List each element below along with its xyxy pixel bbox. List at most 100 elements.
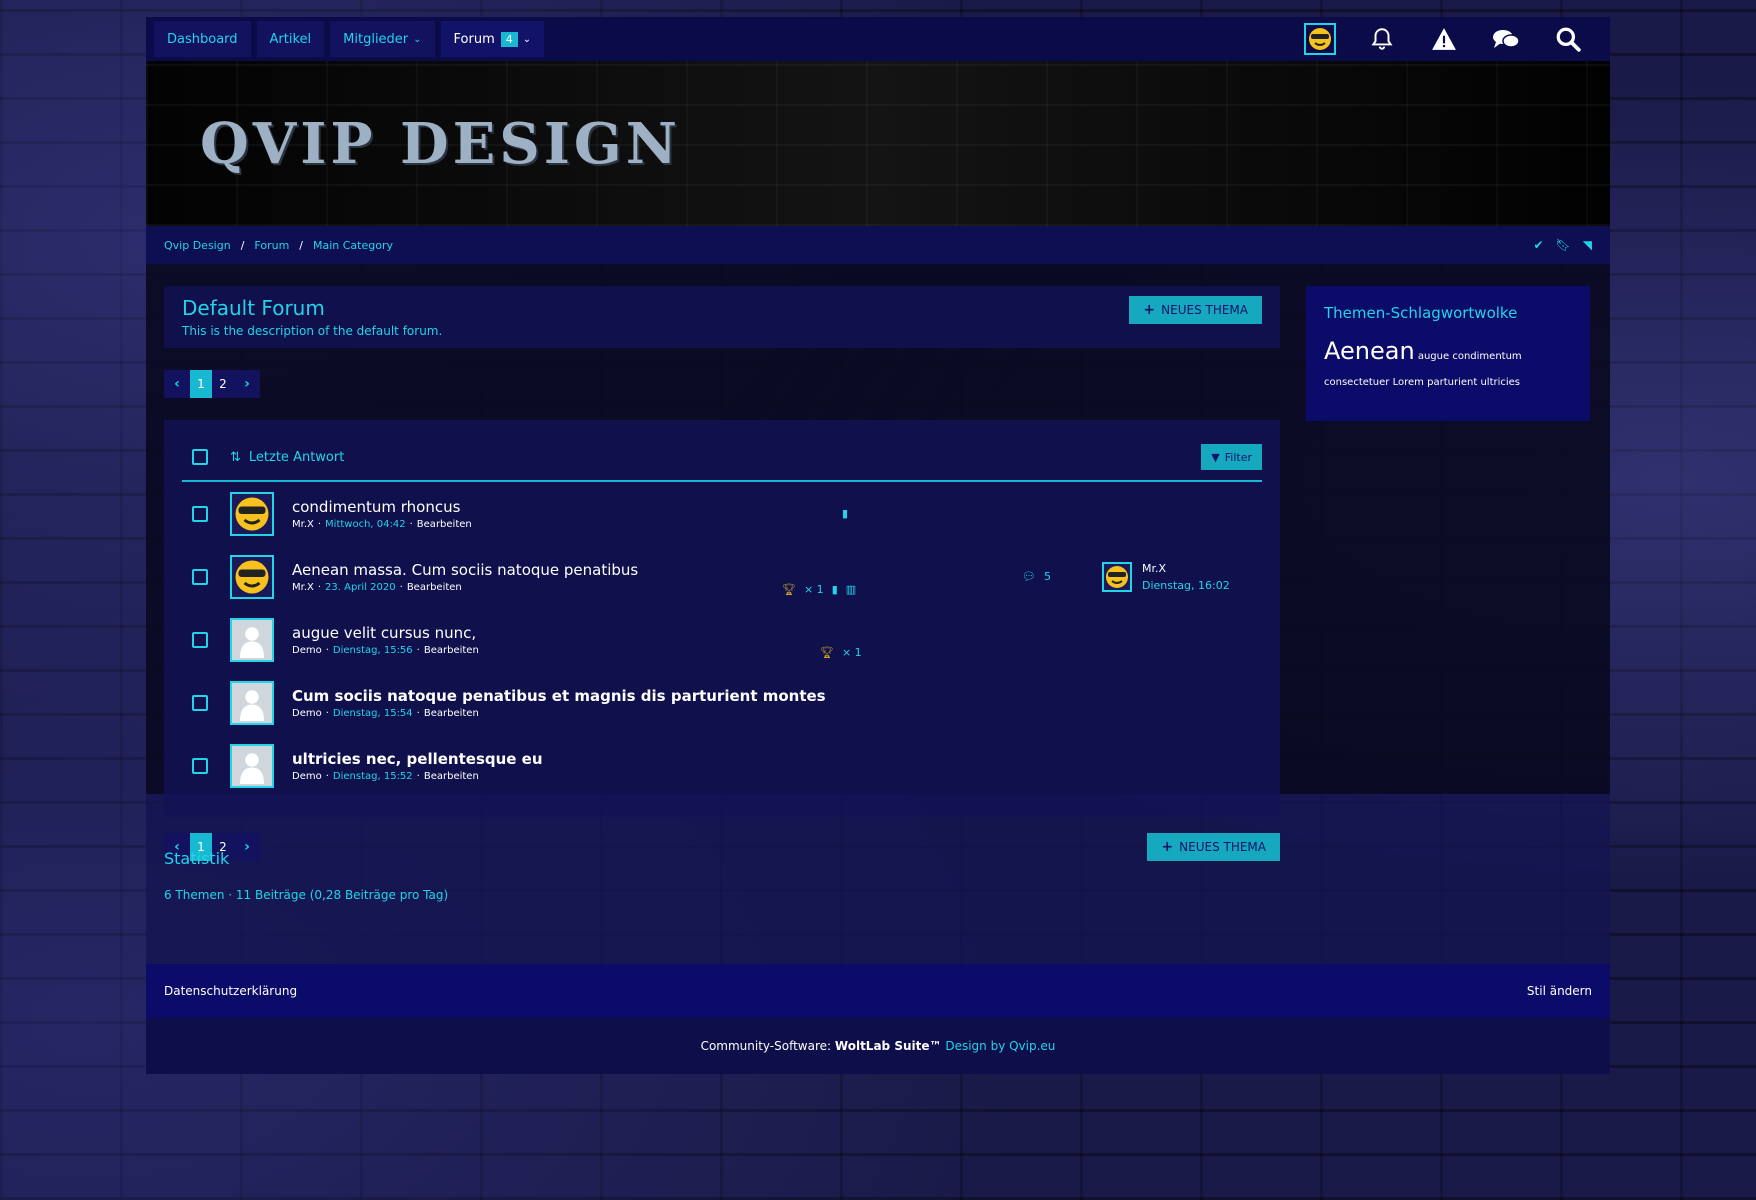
tag-link[interactable]: Aenean (1324, 337, 1415, 365)
tag-link[interactable]: ultricies (1480, 377, 1520, 388)
thread-author[interactable]: Demo (292, 645, 322, 656)
sidebar: Themen-Schlagwortwolke Aenean augue cond… (1306, 286, 1590, 764)
thread-checkbox[interactable] (192, 694, 208, 711)
thread-checkbox[interactable] (192, 757, 208, 774)
edit-link[interactable]: Bearbeiten (417, 519, 472, 530)
thread-title[interactable]: augue velit cursus nunc, (292, 624, 479, 642)
style-change-link[interactable]: Stil ändern (1527, 984, 1592, 998)
tag-link[interactable]: consectetuer (1324, 377, 1389, 388)
breadcrumb-separator: / (299, 238, 303, 252)
thread-row: augue velit cursus nunc, Demo · Dienstag, … (182, 608, 1262, 671)
next-page-button[interactable]: › (234, 370, 260, 398)
tag-link[interactable]: augue (1418, 351, 1449, 362)
notifications-button[interactable] (1358, 19, 1406, 59)
conversations-button[interactable] (1482, 19, 1530, 59)
thread-checkbox[interactable] (192, 505, 208, 522)
new-thread-button[interactable]: + NEUES THEMA (1129, 296, 1262, 324)
avatar[interactable] (230, 743, 274, 788)
poll-icon: ▥ (845, 583, 857, 596)
thread-checkbox[interactable] (192, 568, 208, 585)
thread-author[interactable]: Mr.X (292, 519, 314, 530)
thread-date[interactable]: 23. April 2020 (325, 582, 396, 593)
thread-list-header: ⇅ Letzte Antwort ▼ Filter (182, 434, 1262, 482)
privacy-link[interactable]: Datenschutzerklärung (164, 984, 297, 998)
nav-dashboard[interactable]: Dashboard (154, 21, 251, 57)
thread-title[interactable]: Aenean massa. Cum sociis natoque penatib… (292, 561, 638, 579)
user-avatar (1304, 23, 1336, 55)
nav-articles[interactable]: Artikel (256, 21, 325, 57)
edit-link[interactable]: Bearbeiten (424, 771, 479, 782)
sort-button[interactable]: ⇅ Letzte Antwort (230, 450, 344, 465)
filter-icon: ▼ (1211, 450, 1220, 464)
page-2[interactable]: 2 (212, 370, 234, 398)
copyright: Community-Software: WoltLab Suite™ Desig… (146, 1018, 1610, 1074)
forum-content: Default Forum This is the description of… (164, 286, 1280, 861)
thread-date[interactable]: Dienstag, 15:52 (333, 771, 413, 782)
design-link[interactable]: Design by Qvip.eu (945, 1039, 1055, 1053)
bookmark-icon[interactable]: 🔖︎ (1556, 238, 1571, 252)
nav-members[interactable]: Mitglieder ⌄ (330, 21, 435, 57)
rss-icon[interactable]: ◥ (1583, 238, 1592, 252)
breadcrumb: Qvip Design / Forum / Main Category ✔ 🔖︎ ◥ (146, 226, 1610, 264)
breadcrumb-home[interactable]: Qvip Design (164, 239, 231, 252)
avatar[interactable] (230, 491, 274, 536)
smiley-sunglasses-icon (235, 560, 269, 593)
mark-read-icon[interactable]: ✔ (1533, 238, 1543, 252)
nav-forum[interactable]: Forum 4 ⌄ (440, 21, 545, 57)
avatar[interactable] (230, 554, 274, 599)
tag-link[interactable]: Lorem (1393, 377, 1424, 388)
comment-icon: 💬︎ (1022, 570, 1036, 583)
select-all-checkbox[interactable] (192, 449, 208, 465)
thread-date[interactable]: Mittwoch, 04:42 (325, 519, 406, 530)
filter-button[interactable]: ▼ Filter (1201, 444, 1262, 470)
thread-date[interactable]: Dienstag, 15:56 (333, 645, 413, 656)
moderation-button[interactable] (1420, 19, 1468, 59)
avatar[interactable] (1102, 561, 1132, 592)
thread-row: Cum sociis natoque penatibus et magnis d… (182, 671, 1262, 734)
next-page-button[interactable]: › (234, 833, 260, 861)
new-thread-label: NEUES THEMA (1179, 840, 1266, 854)
thread-author[interactable]: Demo (292, 771, 322, 782)
tag-link[interactable]: parturient (1427, 377, 1477, 388)
smiley-sunglasses-icon (1309, 28, 1331, 50)
reply-count-value: 5 (1043, 570, 1051, 583)
avatar[interactable] (230, 617, 274, 662)
thread-title[interactable]: Cum sociis natoque penatibus et magnis d… (292, 687, 826, 705)
thread-author[interactable]: Demo (292, 708, 322, 719)
search-button[interactable] (1544, 19, 1592, 59)
bookmark-icon: ▮ (831, 583, 838, 596)
last-post-author[interactable]: Mr.X (1142, 562, 1230, 575)
avatar[interactable] (230, 680, 274, 725)
copyright-brand[interactable]: WoltLab Suite™ (835, 1039, 942, 1053)
breadcrumb-forum[interactable]: Forum (254, 239, 289, 252)
edit-link[interactable]: Bearbeiten (407, 582, 462, 593)
thread-checkbox[interactable] (192, 631, 208, 648)
header-banner: QVIP DESIGN (146, 61, 1610, 226)
tag-link[interactable]: condimentum (1452, 351, 1521, 362)
trophy-count: × 1 (803, 583, 824, 596)
prev-page-button[interactable]: ‹ (164, 370, 190, 398)
thread-title[interactable]: condimentum rhoncus (292, 498, 472, 516)
chat-bubbles-icon (1493, 30, 1520, 48)
sort-icon: ⇅ (230, 449, 241, 465)
thread-flags: 🏆︎ × 1 ▮ ▥ (782, 583, 856, 596)
edit-link[interactable]: Bearbeiten (424, 645, 479, 656)
last-post-date[interactable]: Dienstag, 16:02 (1142, 579, 1230, 592)
tag-cloud: Themen-Schlagwortwolke Aenean augue cond… (1306, 286, 1590, 421)
plus-icon: + (1143, 302, 1156, 318)
thread-date[interactable]: Dienstag, 15:54 (333, 708, 413, 719)
page-1[interactable]: 1 (190, 370, 212, 398)
thread-title[interactable]: ultricies nec, pellentesque eu (292, 750, 543, 768)
last-post: Mr.X Dienstag, 16:02 (1102, 561, 1230, 592)
smiley-sunglasses-icon (1106, 565, 1128, 588)
bottom-actions: ‹ 1 2 › + NEUES THEMA (164, 833, 1280, 861)
user-menu-button[interactable] (1296, 19, 1344, 59)
main-content: Default Forum This is the description of… (146, 264, 1610, 861)
new-thread-button[interactable]: + NEUES THEMA (1147, 833, 1280, 861)
breadcrumb-category[interactable]: Main Category (313, 239, 393, 252)
site-logo[interactable]: QVIP DESIGN (200, 111, 681, 177)
thread-author[interactable]: Mr.X (292, 582, 314, 593)
thread-list: ⇅ Letzte Antwort ▼ Filter condimentum rho… (164, 420, 1280, 817)
new-thread-label: NEUES THEMA (1161, 303, 1248, 317)
edit-link[interactable]: Bearbeiten (424, 708, 479, 719)
